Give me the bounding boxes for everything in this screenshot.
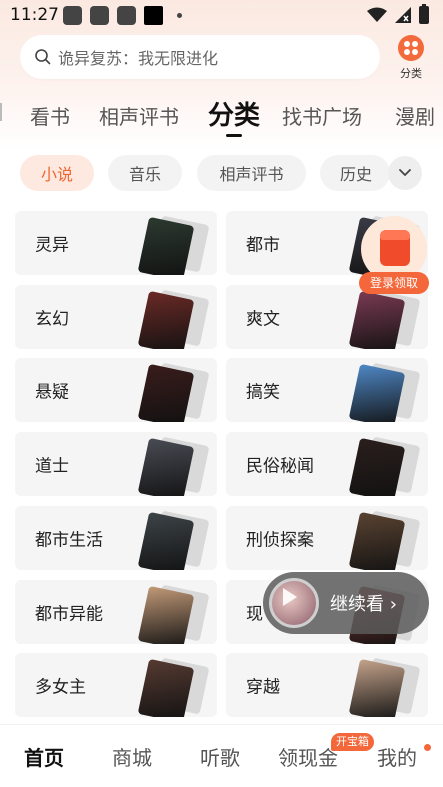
category-card[interactable]: 灵异 [15, 211, 217, 275]
book-cover [137, 658, 195, 717]
book-cover [137, 585, 195, 644]
red-packet-flap [380, 230, 410, 240]
battery-icon [419, 4, 429, 24]
system-icons [367, 4, 429, 24]
book-cover [137, 290, 195, 349]
category-card[interactable]: 都市异能 [15, 580, 217, 644]
book-cover [348, 511, 406, 570]
nav-cash[interactable]: 领现金 [278, 742, 338, 771]
book-cover [137, 216, 195, 275]
book-cover [137, 363, 195, 422]
nav-mall[interactable]: 商城 [112, 742, 152, 771]
category-card[interactable]: 民俗秘闻 [226, 432, 428, 496]
status-time: 11:27 [10, 5, 59, 25]
tab-fenlei[interactable]: 分类 [208, 95, 260, 132]
treasure-box-badge: 开宝箱 [331, 733, 374, 751]
signal-icon [395, 7, 411, 23]
category-grid-icon [398, 35, 424, 61]
app-notification-icon [117, 6, 136, 25]
expand-chips-button[interactable] [388, 156, 422, 190]
status-bar: 11:27 [0, 0, 443, 32]
book-cover [348, 437, 406, 496]
nav-music[interactable]: 听歌 [200, 742, 240, 771]
category-card[interactable]: 悬疑 [15, 358, 217, 422]
login-reward-label: 登录领取 [359, 272, 429, 294]
category-button[interactable]: 分类 [394, 35, 428, 81]
book-cover [348, 363, 406, 422]
wifi-icon [367, 7, 387, 22]
category-label: 现 [246, 604, 263, 625]
active-tab-indicator [226, 134, 242, 137]
chip-lishi[interactable]: 历史 [320, 155, 390, 191]
app-notification-icon [90, 6, 109, 25]
more-notifications-icon [177, 13, 182, 18]
book-cover [137, 437, 195, 496]
login-reward-widget[interactable]: 登录领取 [359, 216, 431, 296]
play-icon [283, 588, 297, 606]
category-label: 爽文 [246, 309, 280, 330]
category-card[interactable]: 都市生活 [15, 506, 217, 570]
chip-xiangsheng[interactable]: 相声评书 [197, 155, 306, 191]
category-label: 都市生活 [35, 530, 103, 551]
category-label: 穿越 [246, 677, 280, 698]
category-card[interactable]: 玄幻 [15, 285, 217, 349]
category-card[interactable]: 搞笑 [226, 358, 428, 422]
tab-manju[interactable]: 漫剧 [395, 101, 435, 130]
app-notification-icon [144, 6, 163, 25]
category-label: 都市 [246, 235, 280, 256]
chevron-down-icon [399, 169, 411, 177]
tab-zhaoshu[interactable]: 找书广场 [282, 101, 362, 130]
continue-reading-button[interactable]: 继续看 › [263, 572, 429, 634]
category-label: 灵异 [35, 235, 69, 256]
tab-kanshu[interactable]: 看书 [30, 101, 70, 130]
notification-icons [63, 6, 182, 25]
search-placeholder: 诡异复苏：我无限进化 [58, 49, 219, 68]
category-label: 玄幻 [35, 309, 69, 330]
category-label: 道士 [35, 456, 69, 477]
nav-home[interactable]: 首页 [24, 742, 64, 771]
category-label: 民俗秘闻 [246, 456, 314, 477]
category-button-label: 分类 [400, 67, 422, 80]
chip-xiaoshuo[interactable]: 小说 [20, 155, 94, 191]
category-card[interactable]: 刑侦探案 [226, 506, 428, 570]
bottom-nav: 首页 商城 听歌 领现金 开宝箱 我的 [0, 724, 443, 787]
search-input[interactable]: 诡异复苏：我无限进化 [20, 35, 380, 79]
category-label: 都市异能 [35, 604, 103, 625]
top-tabs: 看书 相声评书 分类 找书广场 漫剧 [0, 95, 443, 143]
category-label: 刑侦探案 [246, 530, 314, 551]
notification-dot [424, 744, 431, 751]
category-card[interactable]: 穿越 [226, 653, 428, 717]
chip-yinyue[interactable]: 音乐 [108, 155, 182, 191]
category-card[interactable]: 多女主 [15, 653, 217, 717]
book-cover [137, 511, 195, 570]
category-card[interactable]: 道士 [15, 432, 217, 496]
book-cover [348, 290, 406, 349]
category-label: 多女主 [35, 677, 86, 698]
nav-profile[interactable]: 我的 [377, 742, 417, 771]
continue-reading-label: 继续看 › [330, 594, 397, 615]
app-notification-icon [63, 6, 82, 25]
category-label: 搞笑 [246, 382, 280, 403]
search-icon [35, 49, 51, 65]
category-label: 悬疑 [35, 382, 69, 403]
book-cover [348, 658, 406, 717]
tab-xiangsheng[interactable]: 相声评书 [99, 101, 179, 130]
